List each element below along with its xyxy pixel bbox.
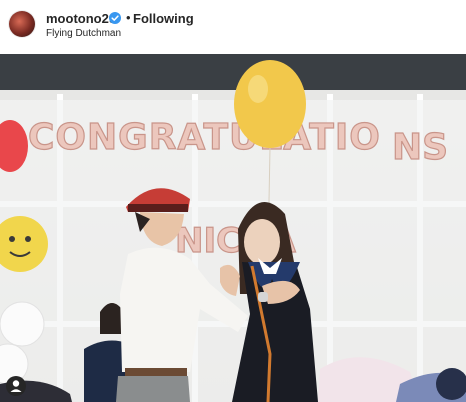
separator-dot: • — [126, 10, 131, 25]
svg-text:CONGRATULATIO: CONGRATULATIO — [28, 117, 381, 158]
person-icon — [10, 380, 22, 392]
ceiling — [0, 54, 466, 96]
following-button[interactable]: Following — [133, 11, 194, 26]
location-link[interactable]: Flying Dutchman — [46, 28, 121, 39]
post-photo[interactable]: CONGRATULATIO NS NICHA — [0, 54, 466, 402]
photo-illustration: CONGRATULATIO NS NICHA — [0, 54, 466, 402]
user-tag-icon[interactable] — [6, 376, 26, 396]
post-header: mootono29 • Following Flying Dutchman — [0, 0, 466, 52]
username-link[interactable]: mootono29 — [46, 11, 116, 26]
svg-text:NS: NS — [392, 127, 448, 168]
verified-badge-icon — [109, 12, 121, 24]
profile-avatar[interactable] — [9, 11, 35, 37]
